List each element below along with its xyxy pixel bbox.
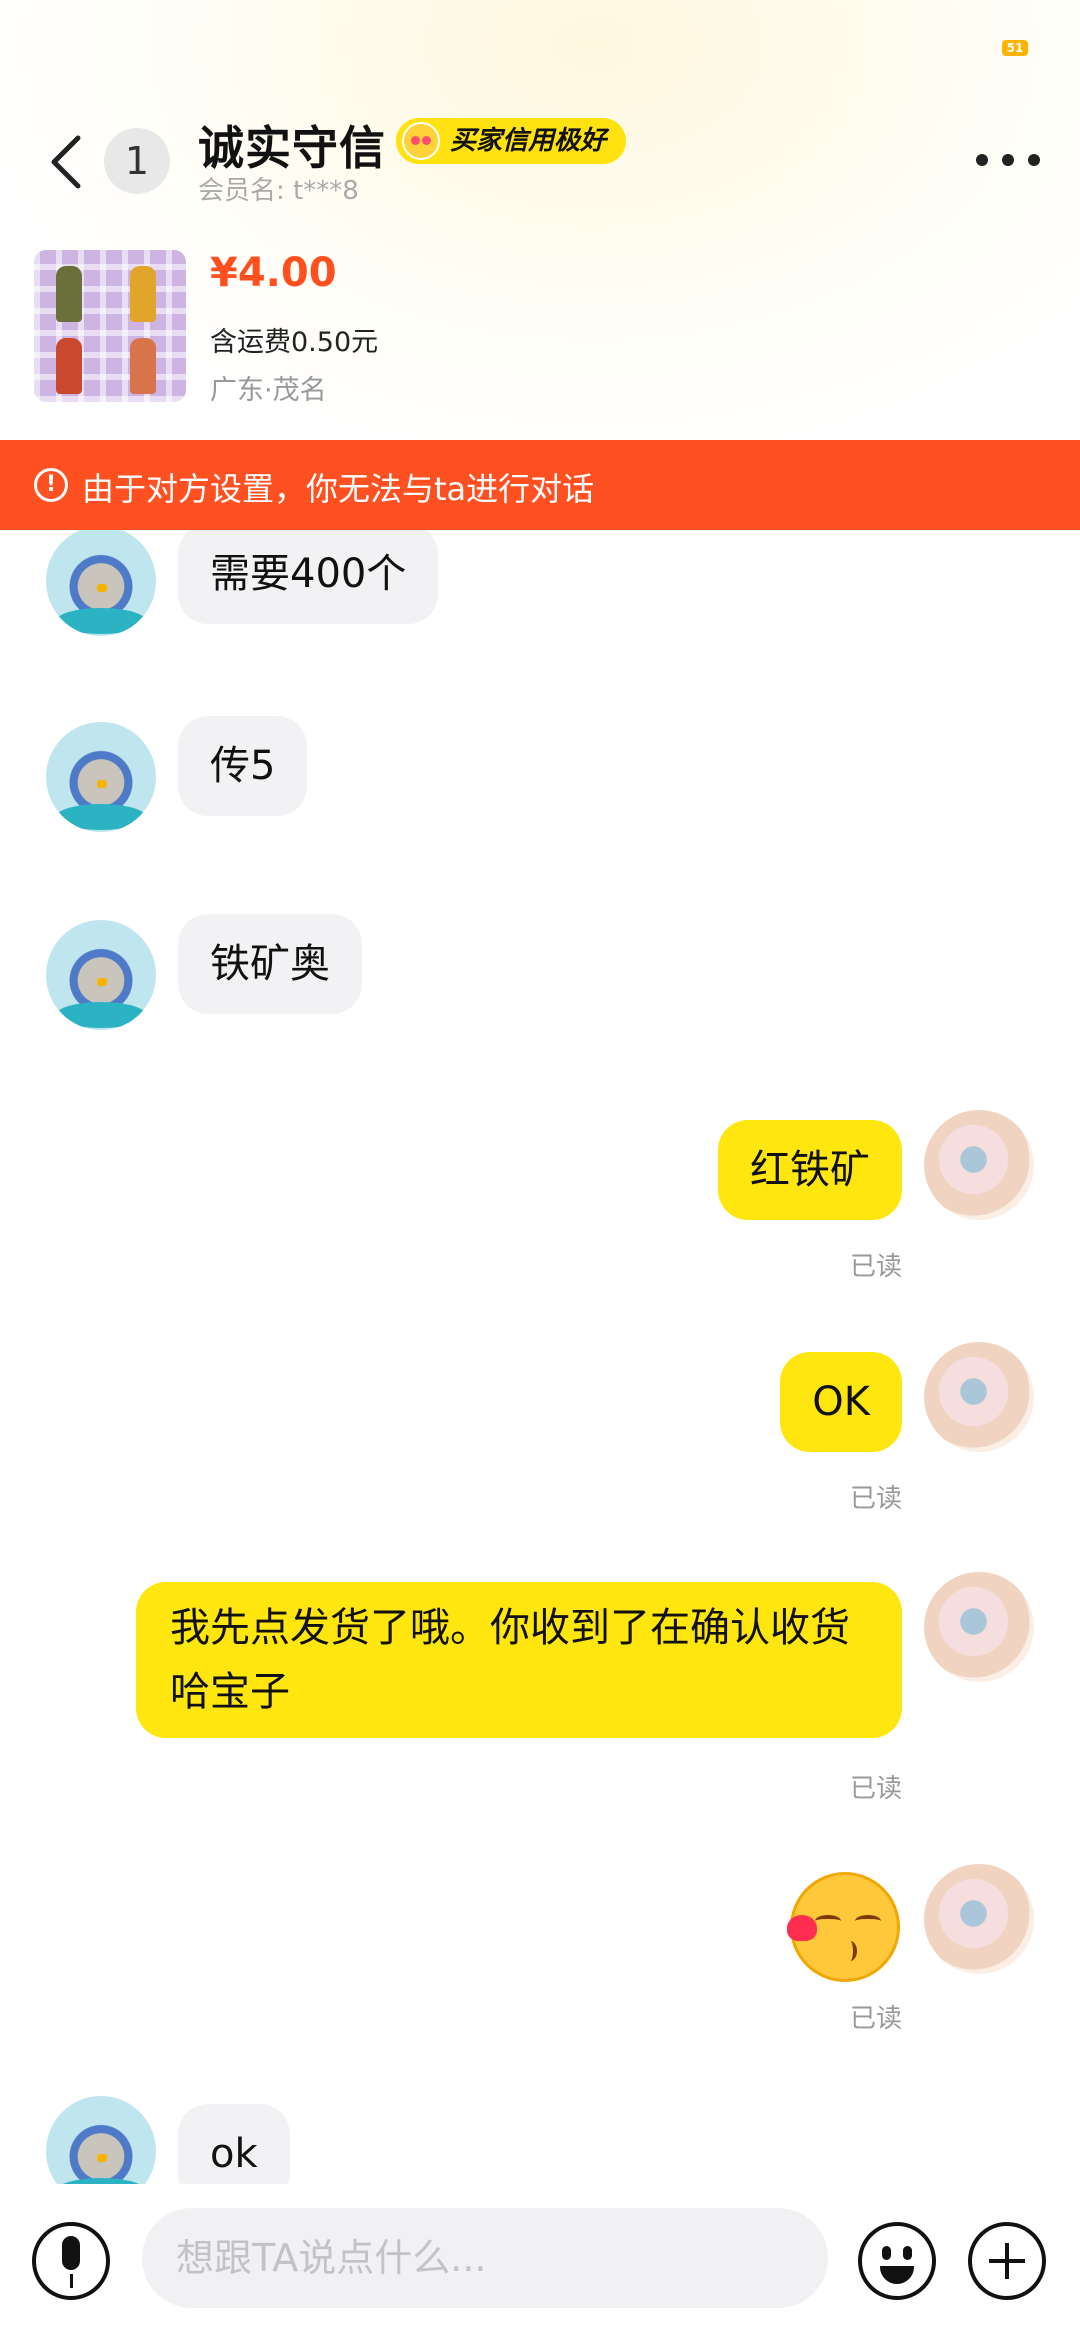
heart-eyes-icon (402, 122, 440, 160)
restriction-text: 由于对方设置，你无法与ta进行对话 (82, 470, 595, 508)
emoji-button[interactable] (858, 2222, 936, 2300)
contact-avatar[interactable] (46, 920, 156, 1030)
my-avatar[interactable] (924, 1864, 1034, 1974)
unread-count-badge[interactable]: 1 (104, 128, 170, 194)
message-bubble[interactable]: 铁矿奥 (178, 914, 362, 1014)
credit-badge: 买家信用极好 (396, 118, 627, 164)
read-status: 已读 (849, 2004, 902, 2034)
product-card[interactable]: ¥4.00 含运费0.50元 广东·茂名 (34, 250, 1034, 410)
input-bar (0, 2184, 1080, 2340)
more-options-button[interactable] (976, 150, 1040, 170)
product-location: 广东·茂名 (210, 375, 327, 406)
message-bubble[interactable]: 红铁矿 (718, 1120, 902, 1220)
kissing-face-emoji-icon[interactable] (787, 1872, 900, 1982)
product-shipping: 含运费0.50元 (210, 327, 379, 358)
my-avatar[interactable] (924, 1110, 1034, 1220)
add-attachment-button[interactable] (968, 2222, 1046, 2300)
my-avatar[interactable] (924, 1342, 1034, 1452)
contact-avatar[interactable] (46, 2096, 156, 2184)
message-bubble[interactable]: 传5 (178, 716, 308, 816)
message-bubble[interactable]: OK (780, 1352, 902, 1452)
alert-icon: ! (34, 468, 68, 502)
credit-badge-label: 买家信用极好 (450, 126, 607, 156)
more-dots-icon (976, 154, 988, 166)
message-input[interactable] (142, 2208, 828, 2308)
message-bubble[interactable]: 我先点发货了哦。你收到了在确认收货哈宝子 (136, 1582, 902, 1738)
message-list[interactable]: 需要400个 传5 铁矿奥 红铁矿 已读 OK 已读 我先点发货了哦。你收到了在… (0, 530, 1080, 2184)
smiley-icon (882, 2246, 891, 2260)
restriction-banner: ! 由于对方设置，你无法与ta进行对话 (0, 440, 1080, 530)
product-thumbnail[interactable] (34, 250, 186, 402)
status-bar: 51 (0, 0, 1080, 96)
message-bubble[interactable]: ok (178, 2104, 290, 2184)
chevron-left-icon (51, 135, 81, 189)
battery-icon: 51 (1002, 40, 1028, 56)
voice-input-button[interactable] (32, 2222, 110, 2300)
member-name: 会员名: t***8 (198, 176, 359, 206)
contact-avatar[interactable] (46, 722, 156, 832)
read-status: 已读 (849, 1774, 902, 1804)
back-button[interactable] (44, 130, 88, 194)
read-status: 已读 (849, 1252, 902, 1282)
message-bubble[interactable]: 需要400个 (178, 530, 439, 624)
product-price: ¥4.00 (210, 250, 337, 296)
contact-avatar[interactable] (46, 530, 156, 636)
chat-header: 1 诚实守信 买家信用极好 会员名: t***8 (0, 110, 1080, 210)
contact-name: 诚实守信 (198, 121, 386, 175)
read-status: 已读 (849, 1484, 902, 1514)
my-avatar[interactable] (924, 1572, 1034, 1682)
